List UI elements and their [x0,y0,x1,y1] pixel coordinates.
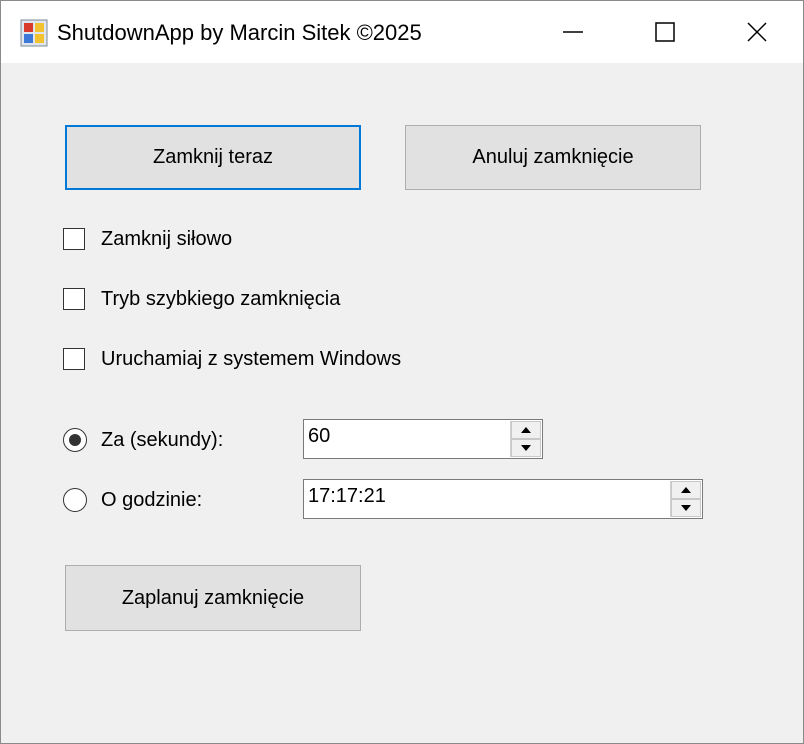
time-down-button[interactable] [671,499,701,517]
seconds-down-button[interactable] [511,439,541,457]
shutdown-now-button[interactable]: Zamknij teraz [65,125,361,190]
seconds-radio[interactable] [63,428,87,452]
force-shutdown-checkbox[interactable] [63,228,85,250]
maximize-button[interactable] [619,1,711,63]
force-shutdown-checkbox-row[interactable]: Zamknij siłowo [63,225,232,253]
arrow-up-icon [681,487,691,493]
seconds-value[interactable]: 60 [308,425,330,448]
arrow-up-icon [521,427,531,433]
window-title: ShutdownApp by Marcin Sitek ©2025 [57,20,422,45]
seconds-label: Za (sekundy): [101,428,224,451]
time-up-button[interactable] [671,481,701,499]
title-bar[interactable]: ShutdownApp by Marcin Sitek ©2025 [1,1,803,63]
arrow-down-icon [521,445,531,451]
minimize-button[interactable] [527,1,619,63]
arrow-down-icon [681,505,691,511]
time-radio[interactable] [63,488,87,512]
maximize-icon [655,22,675,42]
close-button[interactable] [711,1,803,63]
time-value[interactable]: 17:17:21 [308,485,386,508]
app-icon [20,19,48,47]
seconds-up-button[interactable] [511,421,541,439]
run-with-windows-checkbox-row[interactable]: Uruchamiaj z systemem Windows [63,345,401,373]
seconds-radio-row[interactable]: Za (sekundy): [63,426,223,454]
minimize-icon [563,31,583,33]
run-with-windows-checkbox[interactable] [63,348,85,370]
time-picker[interactable]: 17:17:21 [303,479,703,519]
time-label: O godzinie: [101,488,203,511]
close-icon [747,22,767,42]
time-stepper-buttons [670,481,701,517]
time-radio-row[interactable]: O godzinie: [63,486,202,514]
cancel-shutdown-button[interactable]: Anuluj zamknięcie [405,125,701,190]
fast-shutdown-label: Tryb szybkiego zamknięcia [101,287,341,310]
seconds-stepper[interactable]: 60 [303,419,543,459]
app-window: ShutdownApp by Marcin Sitek ©2025 Zamkni… [0,0,804,744]
run-with-windows-label: Uruchamiaj z systemem Windows [101,347,402,370]
fast-shutdown-checkbox[interactable] [63,288,85,310]
force-shutdown-label: Zamknij siłowo [101,227,233,250]
seconds-stepper-buttons [510,421,541,457]
fast-shutdown-checkbox-row[interactable]: Tryb szybkiego zamknięcia [63,285,340,313]
schedule-shutdown-button[interactable]: Zaplanuj zamknięcie [65,565,361,631]
